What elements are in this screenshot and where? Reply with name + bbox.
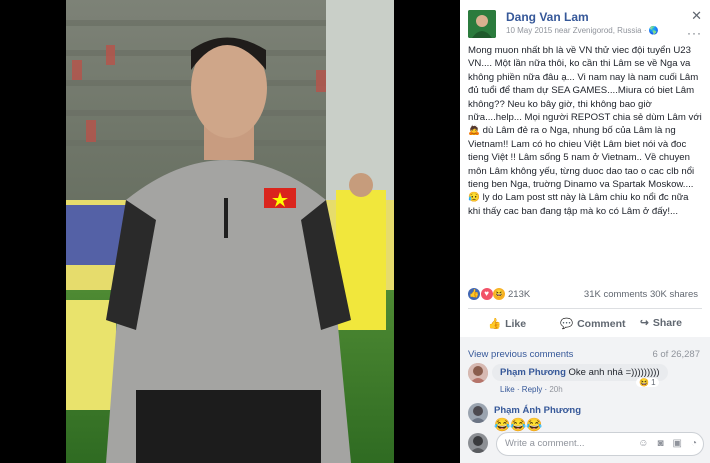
comment-button[interactable]: 💬 Comment <box>560 317 626 331</box>
view-previous-comments[interactable]: View previous comments <box>468 349 573 360</box>
commenter-avatar[interactable] <box>468 363 488 383</box>
share-label: Share <box>652 317 682 329</box>
commenter-avatar[interactable] <box>468 403 488 423</box>
comment-time: 20h <box>549 385 563 394</box>
divider <box>468 308 702 309</box>
comment-links: Like · Reply · 20h <box>500 385 563 394</box>
sticker-icon[interactable]: ◔ <box>691 438 697 449</box>
comment-reaction[interactable]: 😆 1 <box>636 378 659 387</box>
commenter-name[interactable]: Phạm Phương <box>500 367 566 378</box>
post-text: Mong muon nhất bh là về VN thử viec đội … <box>468 45 702 217</box>
post-actions: 👍 Like 💬 Comment ↪ Share <box>468 310 702 336</box>
gif-icon[interactable]: ▣ <box>673 438 682 449</box>
camera-icon[interactable]: ◙ <box>657 438 663 449</box>
love-reaction-icon: ♥ <box>480 288 493 300</box>
comment-input-placeholder: Write a comment... <box>505 438 585 449</box>
comment-like-link[interactable]: Like <box>500 385 515 394</box>
more-options-icon[interactable]: ··· <box>687 26 702 40</box>
goalkeeper-photo <box>66 0 394 463</box>
comment-reply-link[interactable]: Reply <box>522 385 542 394</box>
post-stats: 👍 ♥ 😆 213K 31K comments 30K shares <box>468 288 702 304</box>
post-photo[interactable] <box>66 0 394 463</box>
thumbs-up-icon: 👍 <box>488 318 502 330</box>
commenter-name[interactable]: Phạm Ánh Phương <box>494 405 581 416</box>
reaction-icons[interactable]: 👍 ♥ 😆 <box>468 288 506 300</box>
post-header: Dang Van Lam 10 May 2015 near Zvenigorod… <box>468 8 704 40</box>
author-avatar[interactable] <box>468 10 496 38</box>
post-meta[interactable]: 10 May 2015 near Zvenigorod, Russia · 🌎 <box>506 26 659 35</box>
comment-count[interactable]: 31K comments <box>584 289 647 300</box>
like-reaction-icon: 👍 <box>468 288 480 300</box>
haha-reaction-icon: 😆 <box>493 288 506 300</box>
reaction-count[interactable]: 213K <box>508 289 530 300</box>
comments-shares[interactable]: 31K comments 30K shares <box>584 289 698 300</box>
like-label: Like <box>505 317 527 330</box>
comment-icon: 💬 <box>560 318 574 330</box>
my-avatar <box>468 433 488 453</box>
like-button[interactable]: 👍 Like <box>488 317 527 331</box>
comment-input[interactable]: Write a comment... ☺ ◙ ▣ ◔ <box>496 432 704 456</box>
share-icon: ↪ <box>640 317 649 329</box>
comment-text: Oke anh nhá =))))))))) <box>568 367 660 378</box>
close-icon[interactable]: ✕ <box>691 8 702 24</box>
post-panel: Dang Van Lam 10 May 2015 near Zvenigorod… <box>460 0 710 463</box>
share-button[interactable]: ↪ Share <box>640 317 682 329</box>
input-icons: ☺ ◙ ▣ ◔ <box>638 438 697 449</box>
comment-input-row: Write a comment... ☺ ◙ ▣ ◔ <box>468 431 704 457</box>
share-count[interactable]: 30K shares <box>650 289 698 300</box>
comment-label: Comment <box>577 317 626 330</box>
comment-counter: 6 of 26,287 <box>652 349 700 360</box>
author-name[interactable]: Dang Van Lam <box>506 10 589 24</box>
emoji-icon[interactable]: ☺ <box>638 438 648 449</box>
